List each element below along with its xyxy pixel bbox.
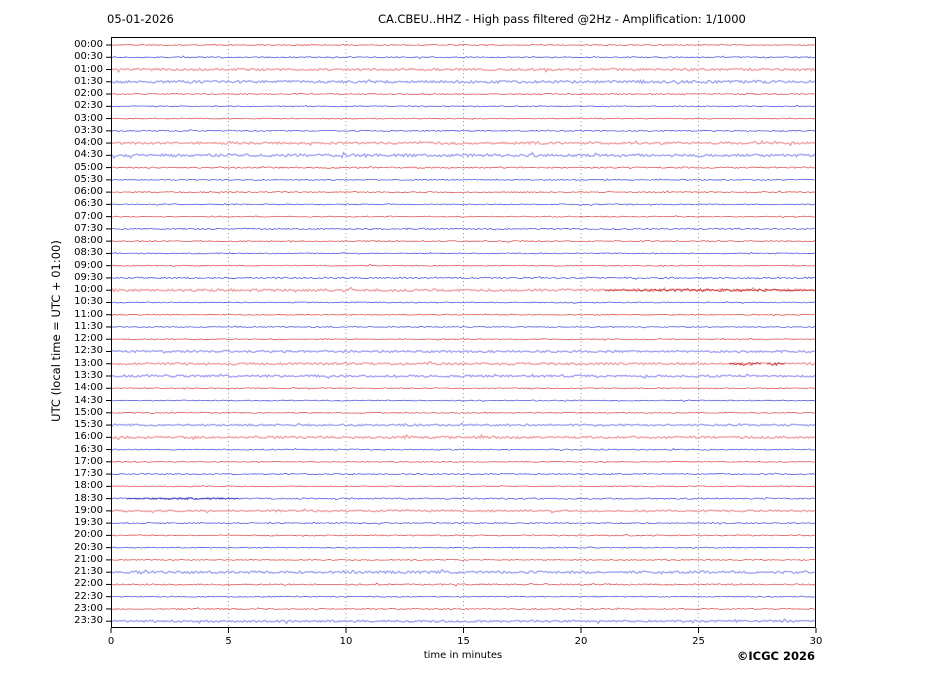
seismo-trace-row [110, 215, 817, 219]
y-tick-label: 01:00 [74, 63, 103, 75]
y-tick-label: 23:30 [74, 615, 103, 627]
y-tick-label: 22:30 [74, 590, 103, 602]
y-tick-label: 16:30 [74, 443, 103, 455]
y-tick-label: 00:30 [74, 51, 103, 63]
y-tick-label: 08:30 [74, 247, 103, 259]
y-tick-label: 19:00 [74, 504, 103, 516]
y-tick-label: 05:00 [74, 161, 103, 173]
seismo-trace-row [110, 533, 817, 537]
x-tick-label: 5 [225, 636, 232, 647]
y-tick-label: 06:30 [74, 198, 103, 210]
y-tick-label: 17:30 [74, 468, 103, 480]
seismo-trace-row [110, 325, 817, 329]
y-tick-label: 15:00 [74, 406, 103, 418]
y-tick-label: 14:00 [74, 382, 103, 394]
credit-label: ©ICGC 2026 [736, 649, 815, 663]
seismo-trace-row [110, 568, 817, 576]
y-tick-label: 23:00 [74, 602, 103, 614]
y-tick-label: 15:30 [74, 419, 103, 431]
y-tick-label: 05:30 [74, 173, 103, 185]
seismo-trace-row [110, 618, 817, 625]
y-tick-label: 03:00 [74, 112, 103, 124]
seismogram-plot-area [106, 37, 817, 633]
y-tick-label: 17:00 [74, 455, 103, 467]
seismo-trace-row [110, 78, 817, 85]
seismo-trace-row [110, 264, 817, 268]
seismogram-canvas [106, 37, 817, 633]
y-tick-label: 18:30 [74, 492, 103, 504]
y-tick-label: 09:00 [74, 259, 103, 271]
x-tick-label: 30 [809, 636, 823, 647]
x-tick-label: 15 [457, 636, 470, 647]
seismo-trace-row [110, 337, 817, 341]
y-tick-label: 12:30 [74, 345, 103, 357]
seismo-trace-row [110, 227, 817, 231]
seismo-trace-row [110, 546, 817, 549]
y-tick-label: 09:30 [74, 271, 103, 283]
page-title: CA.CBEU..HHZ - High pass filtered @2Hz -… [378, 12, 746, 26]
seismo-trace-row [110, 558, 817, 562]
y-tick-label: 21:30 [74, 566, 103, 578]
seismo-trace-row [110, 165, 817, 169]
y-tick-label: 07:30 [74, 222, 103, 234]
helicorder-figure: 05-01-2026 CA.CBEU..HHZ - High pass filt… [0, 0, 927, 696]
y-tick-label: 06:00 [74, 186, 103, 198]
y-tick-label: 13:30 [74, 370, 103, 381]
y-tick-label: 13:00 [74, 357, 103, 369]
seismo-trace-row [110, 190, 817, 194]
seismo-trace-row [110, 595, 817, 598]
y-tick-label: 20:30 [74, 541, 103, 553]
seismo-trace-row [110, 361, 817, 366]
y-tick-label: 04:30 [74, 149, 103, 161]
x-tick-label: 0 [107, 636, 115, 647]
y-tick-label: 20:00 [74, 529, 103, 541]
seismo-trace-row [110, 286, 817, 294]
seismo-trace-row [110, 521, 817, 525]
y-tick-label: 12:00 [74, 333, 103, 345]
y-tick-label: 00:00 [74, 39, 103, 50]
y-tick-label: 04:00 [74, 137, 103, 149]
y-tick-label: 10:00 [74, 284, 103, 296]
seismo-trace-row [110, 433, 817, 441]
y-tick-label: 03:30 [74, 124, 103, 136]
y-tick-label: 02:30 [74, 100, 103, 112]
x-tick-label: 20 [574, 636, 588, 647]
seismo-trace-row [110, 349, 817, 354]
seismo-trace-row [110, 411, 817, 414]
date-label: 05-01-2026 [107, 12, 174, 26]
y-tick-label: 11:00 [74, 308, 103, 320]
x-tick-label: 25 [692, 636, 705, 647]
seismo-trace-row [110, 422, 817, 428]
y-tick-label: 22:00 [74, 578, 103, 590]
x-axis-title: time in minutes [423, 650, 503, 661]
y-tick-label: 11:30 [74, 320, 103, 332]
y-tick-label: 07:00 [74, 210, 103, 222]
seismo-trace-row [110, 178, 817, 182]
seismo-trace-row [110, 117, 817, 120]
seismo-trace-row [110, 67, 817, 74]
seismo-trace-row [110, 607, 817, 611]
y-tick-label: 02:00 [74, 88, 103, 100]
x-tick-label: 10 [339, 636, 353, 647]
y-tick-label: 21:00 [74, 553, 103, 565]
seismo-trace-row [110, 313, 817, 317]
y-tick-label: 14:30 [74, 394, 103, 406]
y-tick-label: 16:00 [74, 431, 103, 443]
y-tick-label: 19:30 [74, 517, 103, 529]
y-tick-label: 01:30 [74, 75, 103, 87]
y-tick-label: 18:00 [74, 480, 103, 492]
y-tick-label: 08:00 [74, 235, 103, 247]
seismo-trace-row [110, 301, 817, 304]
y-tick-label: 10:30 [74, 296, 103, 308]
